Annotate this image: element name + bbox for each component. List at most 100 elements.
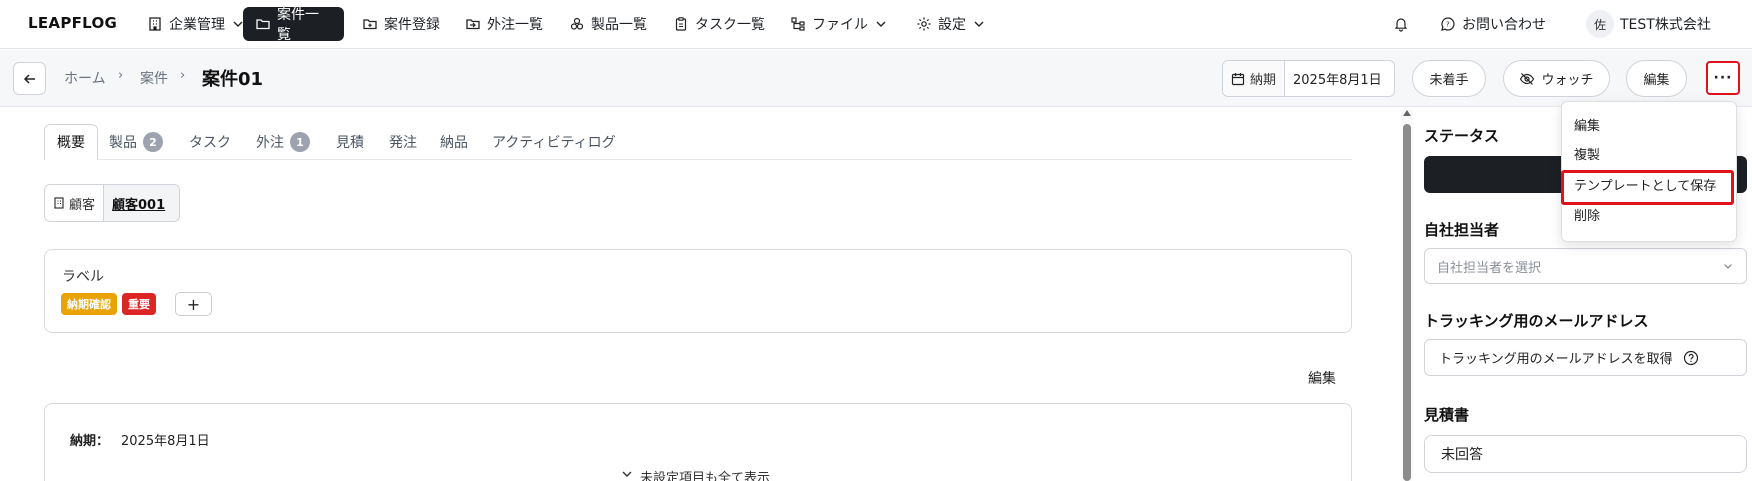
due-date-label: 納期 [1250, 73, 1277, 88]
more-options-button[interactable]: ··· [1706, 61, 1740, 95]
page-title: 案件01 [202, 69, 264, 90]
labels-title: ラベル [62, 269, 104, 285]
folder-arrow-icon [466, 19, 480, 30]
contact-label: お問い合わせ [1462, 17, 1546, 33]
assignee-heading: 自社担当者 [1424, 221, 1500, 239]
label-tag[interactable]: 納期確認 [61, 293, 117, 315]
tab-label: アクティビティログ [492, 135, 616, 151]
project-header: ホーム › 案件 › 案件01 納期 2025年8月1日 未着手 ウォッチ 編集… [0, 50, 1752, 107]
quote-status-field[interactable]: 未回答 [1424, 435, 1747, 473]
edit-details-link[interactable]: 編集 [1308, 368, 1336, 388]
tab-outsource[interactable]: 外注 1 [256, 124, 310, 160]
chevron-down-icon [1724, 264, 1732, 269]
tab-orders[interactable]: 発注 [389, 124, 417, 160]
customer-label-wrap: 顧客 [45, 185, 105, 221]
edit-button[interactable]: 編集 [1626, 60, 1687, 97]
nav-label: 設定 [938, 17, 966, 33]
nav-label: 企業管理 [169, 17, 225, 33]
tab-bar: 概要 製品 2 タスク 外注 1 見積 発注 納品 アクティビティログ [44, 124, 1352, 160]
nav-label: 製品一覧 [591, 17, 647, 33]
status-button[interactable]: 未着手 [1412, 60, 1486, 97]
show-all-fields-toggle[interactable]: 未設定項目も全て表示 [620, 467, 770, 481]
contact-link[interactable]: ? お問い合わせ [1440, 7, 1546, 41]
nav-products-list[interactable]: 製品一覧 [557, 7, 659, 41]
building-icon [54, 197, 64, 209]
nav-label: 案件一覧 [277, 7, 319, 43]
customer-field: 顧客 顧客001 [44, 184, 180, 222]
building-icon [149, 17, 161, 31]
nav-settings[interactable]: 設定 [904, 7, 998, 41]
show-all-label: 未設定項目も全て表示 [640, 471, 771, 481]
nav-label: ファイル [812, 17, 868, 33]
file-tree-icon [791, 17, 805, 31]
breadcrumb-home[interactable]: ホーム [64, 68, 106, 88]
eye-off-icon [1520, 72, 1535, 85]
back-button[interactable] [13, 62, 46, 95]
assignee-placeholder: 自社担当者を選択 [1437, 260, 1542, 276]
nav-label: タスク一覧 [695, 17, 765, 33]
nav-projects-list[interactable]: 案件一覧 [243, 7, 344, 43]
get-tracking-email-button[interactable]: トラッキング用のメールアドレスを取得 [1424, 339, 1747, 376]
add-label-button[interactable]: + [175, 292, 212, 316]
tab-quotes[interactable]: 見積 [336, 124, 364, 160]
nav-label: 案件登録 [384, 17, 440, 33]
assignee-select[interactable]: 自社担当者を選択 [1424, 248, 1747, 284]
gear-icon [917, 17, 931, 31]
menu-item-delete[interactable]: 削除 [1574, 205, 1600, 224]
tab-label: 概要 [57, 135, 85, 151]
chevron-down-icon [974, 21, 984, 27]
tab-label: タスク [189, 135, 231, 151]
account-menu[interactable]: 佐 TEST株式会社 [1586, 7, 1711, 41]
customer-link[interactable]: 顧客001 [104, 185, 179, 221]
count-badge: 2 [143, 132, 163, 152]
details-card: 納期： 2025年8月1日 未設定項目も全て表示 [44, 403, 1352, 481]
due-date-value: 2025年8月1日 [1293, 73, 1382, 88]
help-chat-icon: ? [1441, 17, 1455, 31]
tab-activity-log[interactable]: アクティビティログ [492, 124, 616, 160]
tab-deliveries[interactable]: 納品 [440, 124, 468, 160]
due-date-key: 納期： [70, 434, 110, 449]
tab-overview[interactable]: 概要 [44, 124, 98, 160]
nav-label: 外注一覧 [487, 17, 543, 33]
svg-text:?: ? [1446, 21, 1450, 29]
tab-products[interactable]: 製品 2 [109, 124, 163, 160]
nav-files[interactable]: ファイル [778, 7, 900, 41]
breadcrumb-separator: › [118, 68, 124, 83]
nav-tasks-list[interactable]: タスク一覧 [661, 7, 777, 41]
scrollbar-thumb[interactable] [1403, 124, 1411, 481]
breadcrumb-separator: › [180, 68, 186, 83]
app-logo[interactable]: LEAPFLOG [28, 14, 117, 32]
calendar-icon [1231, 72, 1245, 85]
highlight-outline [1561, 170, 1734, 205]
help-circle-icon[interactable] [1683, 350, 1699, 366]
folder-plus-icon [363, 19, 377, 30]
count-badge: 1 [290, 132, 310, 152]
tab-label: 納品 [440, 135, 468, 151]
nav-company-management[interactable]: 企業管理 [135, 7, 257, 41]
tab-label: 製品 [109, 135, 137, 151]
due-date-label-wrap: 納期 [1223, 61, 1286, 96]
menu-item-duplicate[interactable]: 複製 [1574, 144, 1600, 163]
menu-item-edit[interactable]: 編集 [1574, 115, 1600, 134]
bell-icon [1394, 18, 1408, 32]
avatar: 佐 [1586, 10, 1614, 38]
customer-label: 顧客 [69, 197, 96, 213]
due-date-detail: 2025年8月1日 [121, 434, 210, 449]
nav-outsource-list[interactable]: 外注一覧 [453, 7, 555, 41]
labels-card: ラベル 納期確認 重要 + [44, 249, 1352, 333]
watch-button[interactable]: ウォッチ [1503, 60, 1610, 97]
top-nav: LEAPFLOG 企業管理 案件一覧 案件登録 外注一覧 製品一覧 タスク一覧 … [0, 0, 1752, 49]
quote-heading: 見積書 [1424, 406, 1470, 424]
breadcrumb-projects[interactable]: 案件 [140, 68, 168, 88]
scroll-up-arrow-icon[interactable] [1403, 110, 1411, 116]
nav-project-register[interactable]: 案件登録 [350, 7, 452, 41]
folder-icon [256, 19, 270, 30]
boxes-icon [570, 17, 584, 30]
due-date-field[interactable]: 納期 2025年8月1日 [1222, 60, 1395, 97]
label-tag[interactable]: 重要 [122, 293, 156, 315]
tab-label: 見積 [336, 135, 364, 151]
chevron-down-icon [622, 471, 632, 477]
tab-tasks[interactable]: タスク [189, 124, 231, 160]
notifications-button[interactable] [1393, 7, 1409, 41]
watch-label: ウォッチ [1541, 73, 1594, 88]
